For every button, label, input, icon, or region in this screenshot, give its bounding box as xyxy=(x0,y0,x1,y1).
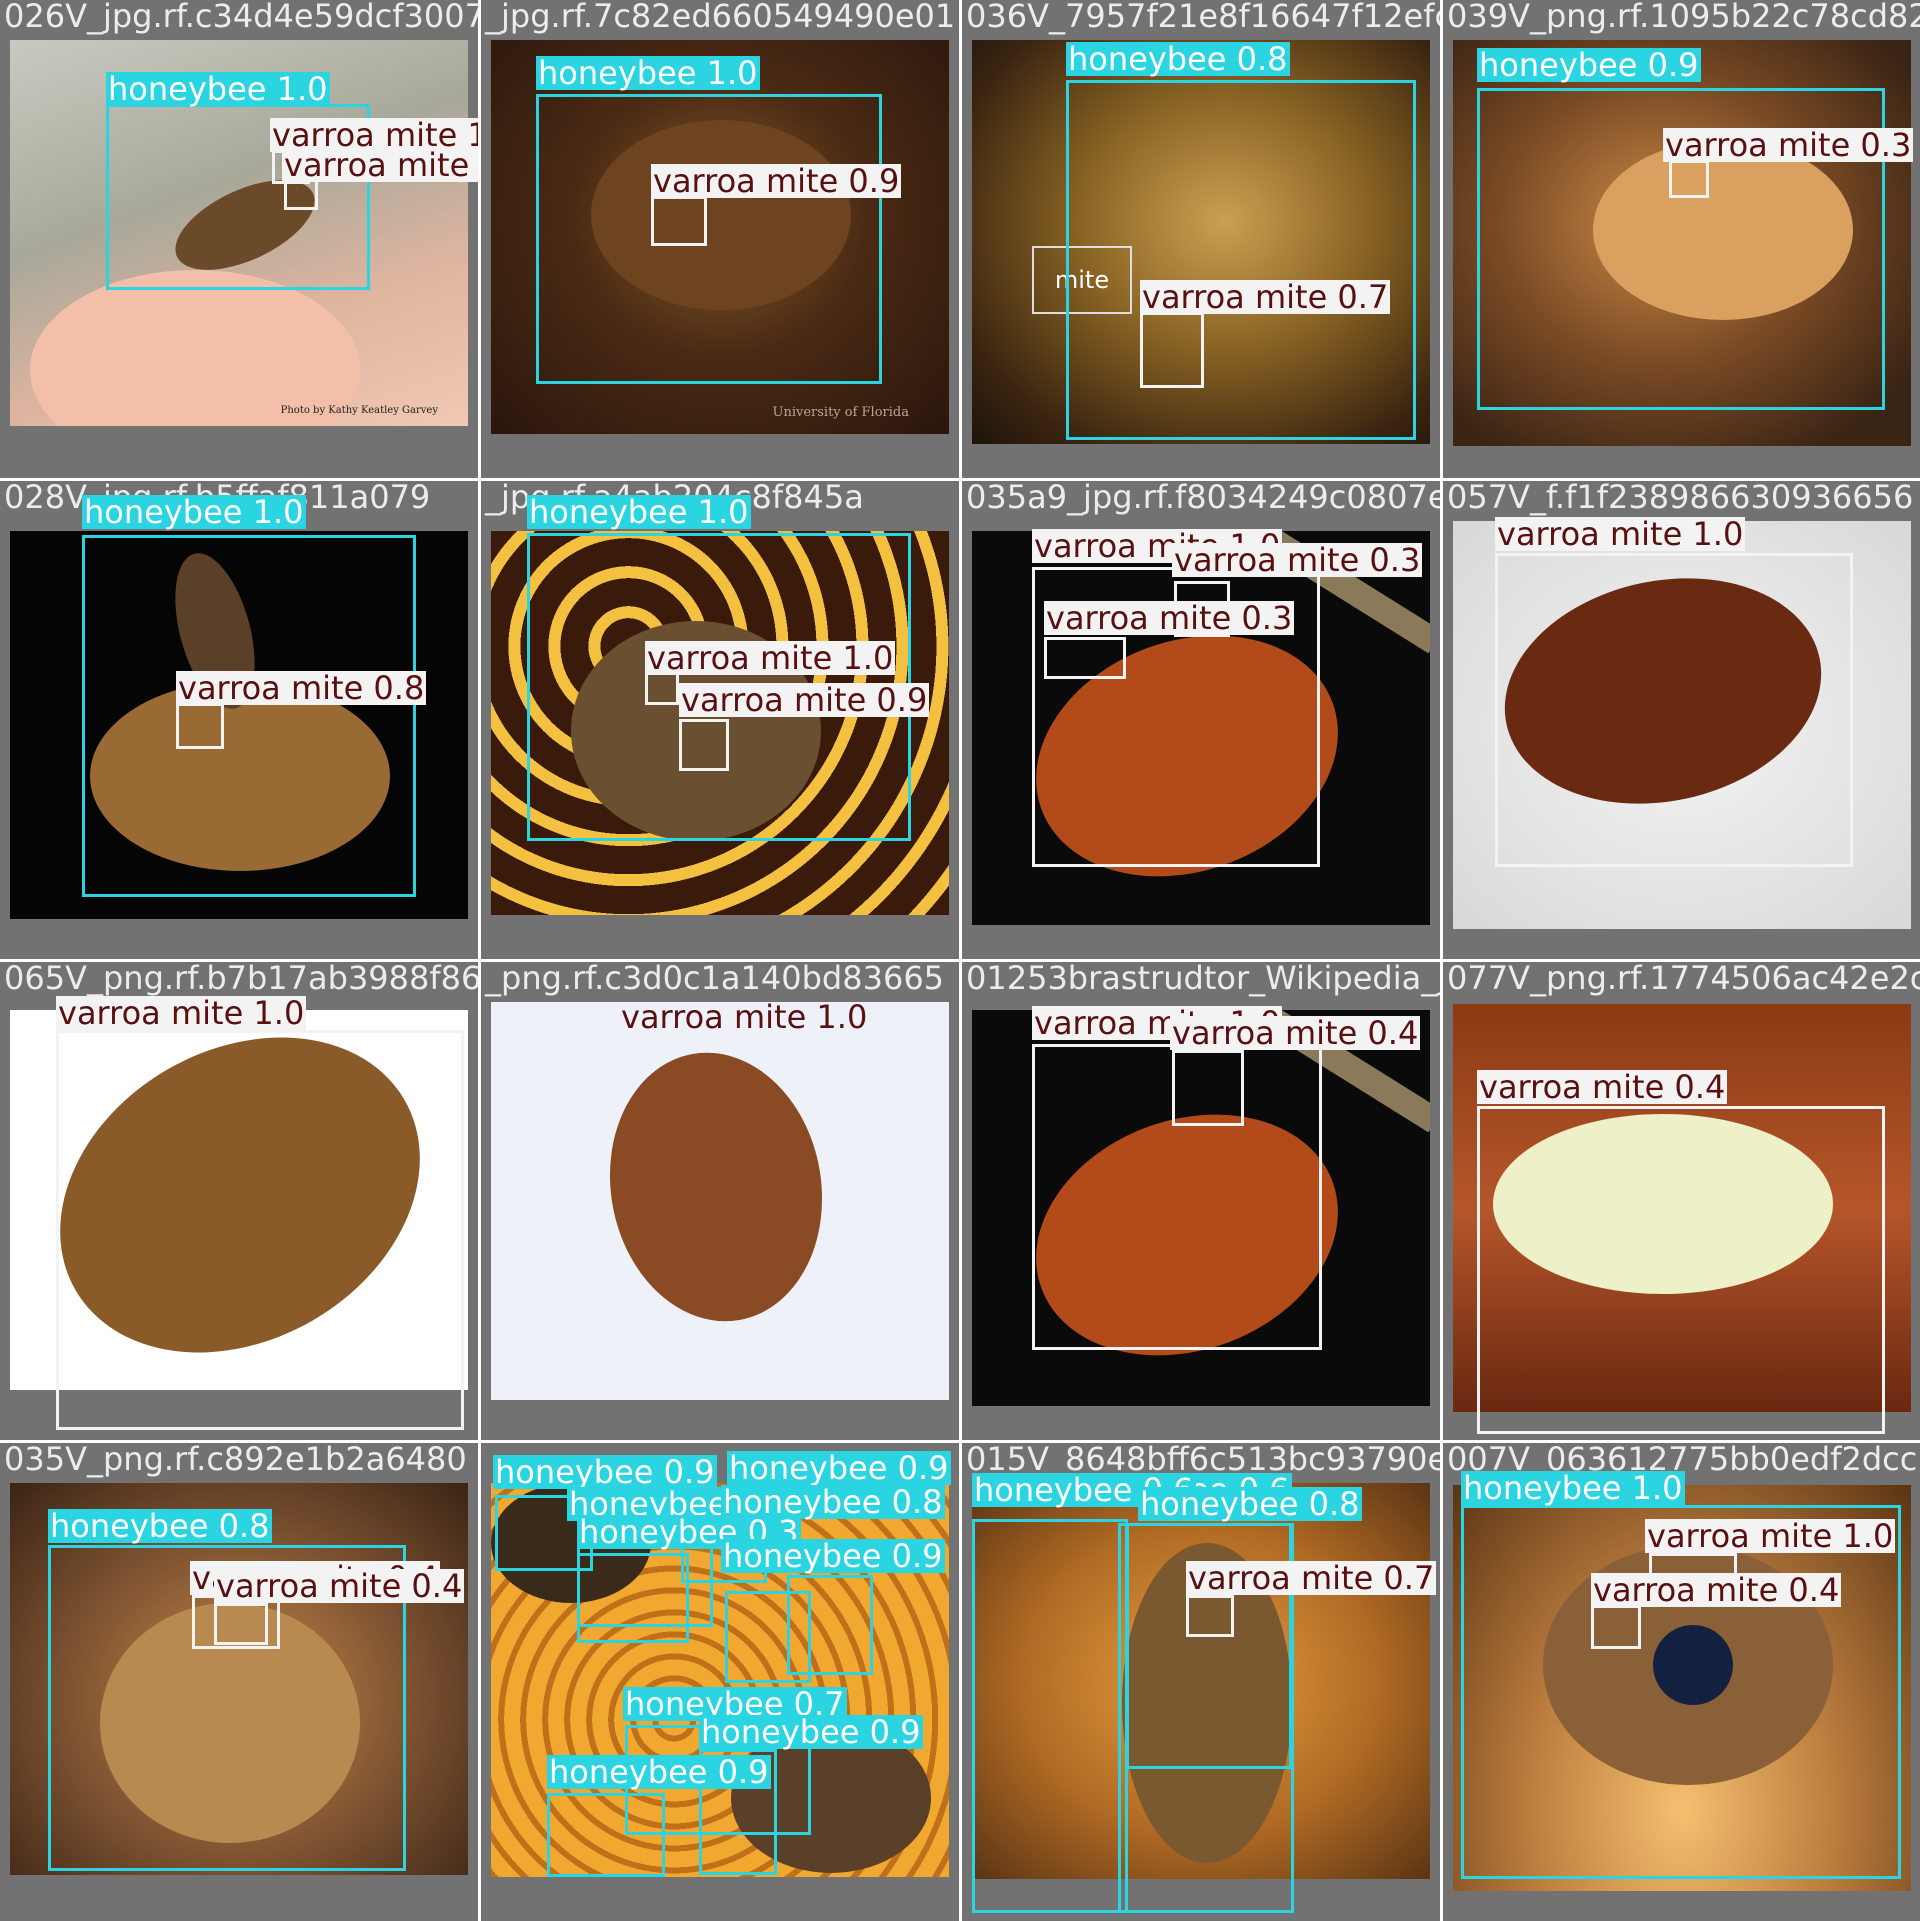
tile-filename: 057V_f.f1f238986630936656 xyxy=(1447,481,1914,516)
honeybee-label: honeybee 0.8 xyxy=(1066,40,1290,78)
varroa-mite-box xyxy=(176,703,224,749)
tile-16: 007V_063612775bb0edf2dcc honeybee 1.0 va… xyxy=(1443,1443,1920,1921)
tile-photo xyxy=(491,1002,949,1400)
varroa-mite-label: varroa mite 0.4 xyxy=(1170,1014,1421,1052)
tile-15: 015V_8648bff6c513bc93790e honeybee 0.6 h… xyxy=(962,1443,1440,1921)
honeybee-label: honeybee 0.9 xyxy=(699,1713,923,1751)
tile-filename: 077V_png.rf.1774506ac42e2c0bc xyxy=(1447,962,1920,997)
honeybee-label: honeybee 0.9 xyxy=(721,1537,945,1575)
honeybee-label: honeybee 1.0 xyxy=(1461,1469,1685,1507)
tile-14: honeybee 0.9 honeybee 0.9 honeybee 0.7 h… xyxy=(481,1443,959,1921)
honeybee-box xyxy=(82,535,416,897)
honeybee-box xyxy=(547,1793,665,1877)
honeybee-label: honeybee 1.0 xyxy=(82,493,306,531)
tile-filename: 065V_png.rf.b7b17ab3988f86e3542ec3d0c1a1… xyxy=(4,962,478,997)
tile-6: _jpg.rf.a4ab204c8f845a honeybee 1.0 varr… xyxy=(481,481,959,959)
tile-filename: 036V_7957f21e8f16647f12efc xyxy=(966,0,1440,35)
varroa-mite-label: varroa mite 0.4 xyxy=(214,1567,465,1605)
varroa-mite-label: varroa mite 0.8 xyxy=(176,669,427,707)
varroa-mite-label: varroa mite 1.0 xyxy=(645,639,896,677)
honeybee-label: honeybee 1.0 xyxy=(536,54,760,92)
varroa-mite-label: varroa mite 1.0 xyxy=(1495,515,1746,553)
varroa-mite-label: varroa mite 0.7 xyxy=(1140,278,1391,316)
tile-5: 028V_jpg.rf.b5ffaf811a079 honeybee 1.0 v… xyxy=(0,481,478,959)
varroa-mite-label: varroa mite 0.9 xyxy=(679,681,930,719)
varroa-mite-label: varroa mite 1.0 xyxy=(621,998,868,1036)
tile-filename: _png.rf.c3d0c1a140bd83665 xyxy=(485,962,945,997)
varroa-mite-box xyxy=(56,1030,464,1430)
honeybee-label: honeybee 0.9 xyxy=(547,1753,771,1791)
varroa-mite-label: varroa mite 0.3 xyxy=(1172,541,1423,579)
honeybee-label: honeybee 0.9 xyxy=(493,1453,717,1491)
varroa-mite-label: varroa mite 0.7 xyxy=(1186,1559,1437,1597)
honeybee-label: honeybee 0.8 xyxy=(48,1507,272,1545)
varroa-mite-label: varroa mite 0.3 xyxy=(1044,599,1295,637)
varroa-mite-box xyxy=(1044,637,1126,679)
varroa-mite-box xyxy=(214,1603,268,1645)
varroa-mite-label: varroa mite 0.3 xyxy=(1663,126,1914,164)
tile-13: 035V_png.rf.c892e1b2a6480 honeybee 0.8 v… xyxy=(0,1443,478,1921)
varroa-mite-box xyxy=(1669,160,1709,198)
tile-filename: 026V_jpg.rf.c34d4e59dcf30078ajpg.rf.c82e… xyxy=(4,0,478,35)
tile-filename: 035V_png.rf.c892e1b2a6480 xyxy=(4,1443,467,1478)
tile-2: University of Florida _jpg.rf.7c82ed6605… xyxy=(481,0,959,478)
honeybee-box xyxy=(972,1519,1128,1913)
varroa-mite-box xyxy=(1140,312,1204,388)
varroa-mite-label: varroa mite 0.4 xyxy=(1477,1068,1728,1106)
honeybee-label: honeybee 0.9 xyxy=(727,1449,951,1487)
varroa-mite-label: varroa mite 0.9 xyxy=(651,162,902,200)
tile-1: Photo by Kathy Keatley Garvey 026V_jpg.r… xyxy=(0,0,478,478)
honeybee-label: honeybee 0.8 xyxy=(721,1483,945,1521)
honeybee-label: honeybee 0.8 xyxy=(1138,1485,1362,1523)
honeybee-box xyxy=(1066,80,1416,440)
varroa-mite-label: varroa mite 0.8 xyxy=(282,148,478,182)
varroa-mite-box xyxy=(1495,553,1853,867)
tile-filename: 035a9_jpg.rf.f8034249c0807ed5 xyxy=(966,481,1440,516)
varroa-mite-label: varroa mite 1.0 xyxy=(1645,1517,1896,1555)
tile-4: 039V_png.rf.1095b22c78cd82d honeybee 0.9… xyxy=(1443,0,1920,478)
tile-12: 077V_png.rf.1774506ac42e2c0bc varroa mit… xyxy=(1443,962,1920,1440)
honeybee-box xyxy=(536,94,882,384)
tile-7: 035a9_jpg.rf.f8034249c0807ed5 varroa mit… xyxy=(962,481,1440,959)
tile-10: _png.rf.c3d0c1a140bd83665 varroa mite 1.… xyxy=(481,962,959,1440)
varroa-mite-box xyxy=(1591,1605,1641,1649)
varroa-mite-label: varroa mite 0.4 xyxy=(1591,1571,1842,1609)
photo-credit: Photo by Kathy Keatley Garvey xyxy=(280,405,438,416)
varroa-mite-box xyxy=(1172,1050,1244,1126)
honeybee-label: honeybee 0.9 xyxy=(1477,46,1701,84)
varroa-mite-box xyxy=(1186,1595,1234,1637)
varroa-mite-label: varroa mite 1.0 xyxy=(56,994,307,1032)
tile-9: 065V_png.rf.b7b17ab3988f86e3542ec3d0c1a1… xyxy=(0,962,478,1440)
varroa-mite-box xyxy=(1477,1106,1885,1434)
tile-filename: _jpg.rf.7c82ed660549490e01 xyxy=(485,0,956,35)
honeybee-label: honeybee 1.0 xyxy=(527,493,751,531)
honeybee-box xyxy=(725,1591,811,1683)
tile-3: mite 036V_7957f21e8f16647f12efc honeybee… xyxy=(962,0,1440,478)
honeybee-label: honeybee 1.0 xyxy=(106,70,330,108)
tile-filename: 039V_png.rf.1095b22c78cd82d xyxy=(1447,0,1920,35)
tile-filename: 01253brastrudtor_Wikipedia_jpg.rf. xyxy=(966,962,1440,997)
varroa-mite-box xyxy=(679,719,729,771)
photo-credit: University of Florida xyxy=(772,405,910,420)
varroa-mite-box xyxy=(651,196,707,246)
tile-8: 057V_f.f1f238986630936656 varroa mite 1.… xyxy=(1443,481,1920,959)
tile-11: 01253brastrudtor_Wikipedia_jpg.rf. varro… xyxy=(962,962,1440,1440)
